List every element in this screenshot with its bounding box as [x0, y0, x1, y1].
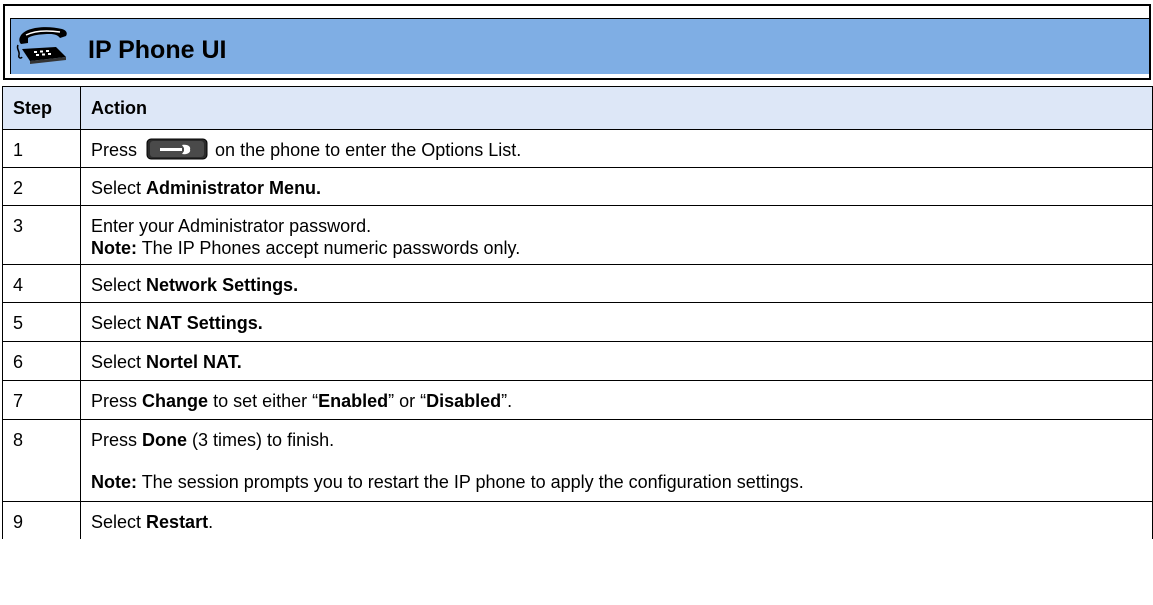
column-header-action: Action [80, 86, 1153, 130]
action-text: . [208, 512, 214, 532]
table-row: 1 Press on the phone to enter the Option… [2, 129, 1153, 168]
menu-item-name: Administrator Menu. [146, 178, 322, 198]
table-row: 8 Press Done (3 times) to finish. Note: T… [2, 419, 1153, 502]
step-number: 9 [2, 501, 81, 539]
table-header-row: Step Action [2, 86, 1153, 130]
step-number: 8 [2, 419, 81, 502]
key-name: Change [142, 391, 209, 411]
action-cell: Select Restart. [80, 501, 1153, 539]
action-text: ”. [501, 391, 513, 411]
table-row: 4 Select Network Settings. [2, 264, 1153, 303]
options-key-icon [146, 138, 208, 160]
step-number: 2 [2, 167, 81, 206]
menu-item-name: Nortel NAT. [146, 352, 242, 372]
action-text: Select [91, 512, 142, 532]
step-number: 7 [2, 380, 81, 420]
desk-phone-icon [16, 27, 67, 64]
action-cell: Select NAT Settings. [80, 302, 1153, 342]
menu-item-name: NAT Settings. [146, 313, 263, 333]
table-row: 3 Enter your Administrator password. Note… [2, 205, 1153, 265]
note-text: The session prompts you to restart the I… [141, 472, 804, 492]
table-row: 2 Select Administrator Menu. [2, 167, 1153, 206]
action-cell: Select Network Settings. [80, 264, 1153, 303]
action-text: Select [91, 352, 142, 372]
action-cell: Select Nortel NAT. [80, 341, 1153, 381]
table-row: 7 Press Change to set either “Enabled” o… [2, 380, 1153, 420]
step-number: 3 [2, 205, 81, 265]
action-text: on the phone to enter the Options List. [215, 140, 522, 160]
action-text: ” or “ [388, 391, 427, 411]
table-row: 6 Select Nortel NAT. [2, 341, 1153, 381]
step-number: 1 [2, 129, 81, 168]
note-label: Note: [91, 472, 137, 492]
action-cell: Enter your Administrator password. Note: … [80, 205, 1153, 265]
step-number: 6 [2, 341, 81, 381]
option-value: Enabled [318, 391, 389, 411]
note-text: The IP Phones accept numeric passwords o… [141, 238, 521, 258]
action-text: Select [91, 313, 142, 333]
table-row: 5 Select NAT Settings. [2, 302, 1153, 342]
table-row: 9 Select Restart. [2, 501, 1153, 539]
action-text: Select [91, 178, 142, 198]
step-number: 4 [2, 264, 81, 303]
option-value: Disabled [426, 391, 502, 411]
page: IP Phone UI Step Action 1 Press on the p… [0, 0, 1153, 605]
action-text: (3 times) to finish. [192, 430, 335, 450]
page-title: IP Phone UI [88, 36, 227, 64]
key-name: Done [142, 430, 188, 450]
procedure-table: Step Action 1 Press on the phone to ente… [2, 86, 1153, 539]
action-text: Press [91, 430, 138, 450]
menu-item-name: Network Settings. [146, 275, 299, 295]
action-text: Select [91, 275, 142, 295]
action-text: to set either “ [213, 391, 319, 411]
note-label: Note: [91, 238, 137, 258]
action-text: Press [91, 140, 138, 160]
column-header-step: Step [2, 86, 81, 130]
action-cell: Press Done (3 times) to finish. Note: The… [80, 419, 1153, 502]
action-text: Enter your Administrator password. [91, 216, 372, 236]
action-cell: Select Administrator Menu. [80, 167, 1153, 206]
action-cell: Press on the phone to enter the Options … [80, 129, 1153, 168]
action-cell: Press Change to set either “Enabled” or … [80, 380, 1153, 420]
step-number: 5 [2, 302, 81, 342]
menu-item-name: Restart [146, 512, 209, 532]
action-text: Press [91, 391, 138, 411]
